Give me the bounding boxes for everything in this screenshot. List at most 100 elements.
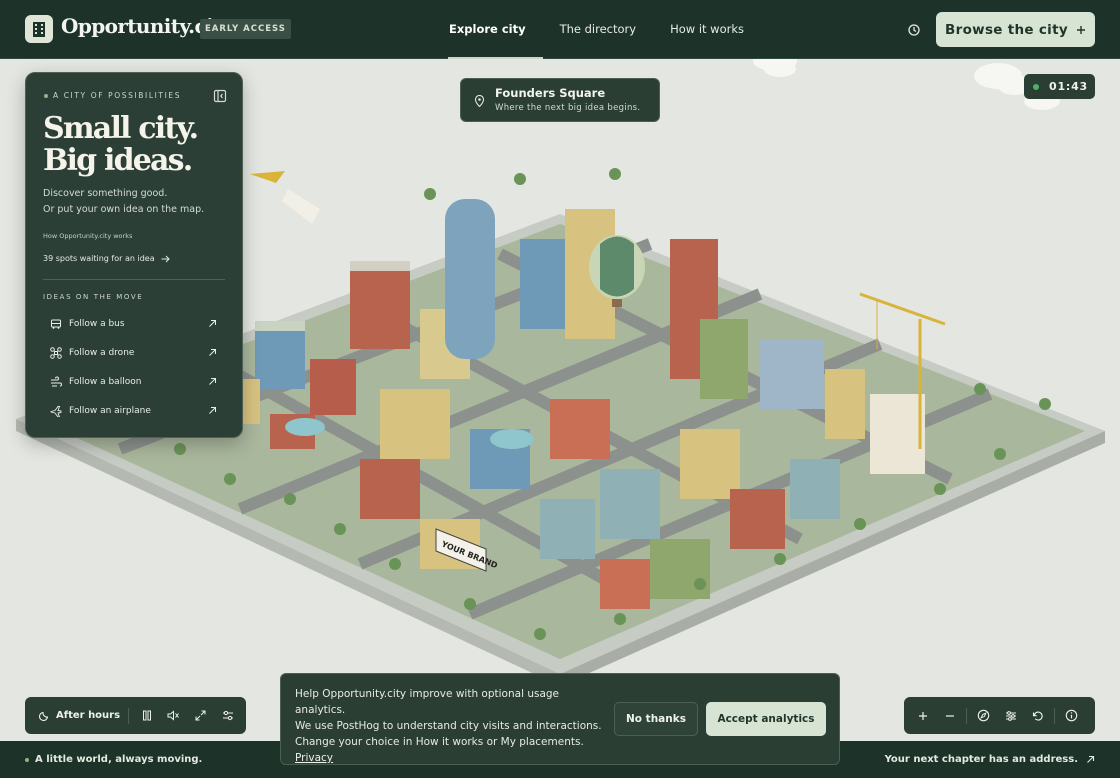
logo-building-icon[interactable]	[25, 15, 53, 43]
footer-tagline-text: A little world, always moving.	[35, 754, 203, 765]
sidebar-collapse-icon	[213, 89, 227, 103]
location-subtitle: Where the next big idea begins.	[495, 103, 641, 113]
browse-city-button[interactable]: Browse the city	[936, 12, 1095, 47]
history-icon	[908, 24, 920, 36]
early-access-badge: EARLY ACCESS	[200, 19, 291, 39]
arrow-up-right-icon	[1087, 755, 1095, 763]
expand-icon	[195, 710, 206, 721]
desc-line-2: Or put your own idea on the map.	[43, 204, 205, 215]
minus-icon	[945, 714, 954, 717]
compass-icon	[977, 709, 990, 722]
collapse-panel-button[interactable]	[213, 88, 227, 103]
consent-line-1: Help Opportunity.city improve with optio…	[295, 688, 560, 716]
how-it-works-link[interactable]: How Opportunity.city works	[43, 232, 132, 240]
bus-icon	[51, 319, 61, 329]
page-title: Small city. Big ideas.	[43, 111, 199, 178]
desc-line-1: Discover something good.	[43, 188, 168, 199]
info-button[interactable]	[1058, 702, 1085, 729]
airplane-banner[interactable]	[250, 171, 320, 224]
browse-city-label: Browse the city	[945, 21, 1068, 38]
layers-button[interactable]	[997, 702, 1024, 729]
clock-badge: 01:43	[1024, 74, 1095, 99]
intro-panel: A CITY OF POSSIBILITIES Small city. Big …	[25, 72, 243, 438]
airplane-icon	[50, 405, 62, 417]
follow-airplane-item[interactable]: Follow an airplane	[43, 396, 225, 425]
pause-button[interactable]	[133, 702, 160, 729]
filter-sliders-icon	[1005, 710, 1016, 721]
main-nav: Explore city The directory How it works	[432, 0, 761, 59]
sliders-icon	[222, 710, 233, 721]
history-button[interactable]	[904, 20, 924, 40]
analytics-consent-banner: Help Opportunity.city improve with optio…	[280, 673, 840, 765]
follow-balloon-label: Follow a balloon	[69, 376, 142, 387]
compass-button[interactable]	[970, 702, 997, 729]
rotate-ccw-icon	[1032, 711, 1043, 721]
pause-icon	[142, 710, 151, 721]
nav-explore-city[interactable]: Explore city	[432, 0, 543, 59]
plus-icon	[1076, 25, 1085, 34]
consent-line-3: Change your choice in How it works or My…	[295, 736, 584, 748]
consent-line-2: We use PostHog to understand city visits…	[295, 720, 602, 732]
panel-eyebrow-text: A CITY OF POSSIBILITIES	[53, 91, 182, 100]
volume-mute-icon	[167, 710, 179, 721]
status-dot-icon	[44, 93, 48, 98]
live-status-dot-icon	[1033, 83, 1039, 90]
balloon-icon	[51, 376, 62, 386]
zoom-out-button[interactable]	[936, 702, 963, 729]
arrow-up-right-icon	[209, 320, 216, 327]
title-line-1: Small city.	[43, 111, 199, 146]
pond	[285, 418, 325, 436]
follow-bus-label: Follow a bus	[69, 318, 125, 329]
spots-waiting-label: 39 spots waiting for an idea	[43, 254, 155, 263]
arrow-right-icon	[161, 255, 170, 262]
info-icon	[1065, 709, 1078, 722]
fountain	[490, 429, 534, 449]
footer-cta-label: Your next chapter has an address.	[884, 754, 1078, 765]
after-hours-label: After hours	[56, 710, 121, 721]
follow-balloon-item[interactable]: Follow a balloon	[43, 367, 225, 396]
location-card[interactable]: Founders Square Where the next big idea …	[460, 78, 660, 122]
zoom-in-button[interactable]	[909, 702, 936, 729]
follow-drone-item[interactable]: Follow a drone	[43, 338, 225, 367]
map-pin-icon	[474, 95, 485, 107]
panel-description: Discover something good. Or put your own…	[43, 186, 204, 218]
status-dot-icon	[25, 757, 29, 762]
follow-list: Follow a bus Follow a drone Follow a bal…	[43, 309, 225, 425]
nav-the-directory[interactable]: The directory	[543, 0, 654, 59]
panel-divider	[43, 279, 225, 280]
divider	[966, 707, 967, 724]
clock-time: 01:43	[1049, 80, 1089, 93]
arrow-up-right-icon	[209, 407, 216, 414]
consent-message: Help Opportunity.city improve with optio…	[295, 686, 610, 766]
footer-cta-link[interactable]: Your next chapter has an address.	[885, 754, 1095, 765]
arrow-up-right-icon	[209, 349, 216, 356]
panel-eyebrow: A CITY OF POSSIBILITIES	[44, 91, 181, 100]
spots-waiting-link[interactable]: 39 spots waiting for an idea	[43, 254, 170, 263]
decline-analytics-button[interactable]: No thanks	[614, 702, 698, 736]
cloud	[753, 59, 1060, 110]
nav-how-it-works[interactable]: How it works	[653, 0, 761, 59]
settings-button[interactable]	[214, 702, 241, 729]
divider	[1054, 707, 1055, 724]
drone-icon	[50, 346, 62, 359]
follow-drone-label: Follow a drone	[69, 347, 135, 358]
after-hours-toggle[interactable]: After hours	[25, 710, 128, 721]
playback-controls: After hours	[25, 697, 246, 734]
mute-button[interactable]	[160, 702, 187, 729]
map-controls	[904, 697, 1095, 734]
follow-bus-item[interactable]: Follow a bus	[43, 309, 225, 338]
divider	[128, 707, 129, 724]
arrow-up-right-icon	[209, 378, 216, 385]
title-line-2: Big ideas.	[43, 143, 193, 178]
follow-airplane-label: Follow an airplane	[69, 405, 151, 416]
reset-view-button[interactable]	[1024, 702, 1051, 729]
privacy-link[interactable]: Privacy	[295, 750, 610, 766]
top-nav-bar: Opportunity.city EARLY ACCESS Explore ci…	[0, 0, 1120, 59]
moon-icon	[39, 711, 49, 721]
footer-tagline: A little world, always moving.	[25, 754, 202, 765]
location-title: Founders Square	[495, 86, 606, 100]
fullscreen-button[interactable]	[187, 702, 214, 729]
ideas-section-label: IDEAS ON THE MOVE	[43, 293, 144, 301]
accept-analytics-button[interactable]: Accept analytics	[706, 702, 826, 736]
plus-icon	[918, 711, 927, 720]
